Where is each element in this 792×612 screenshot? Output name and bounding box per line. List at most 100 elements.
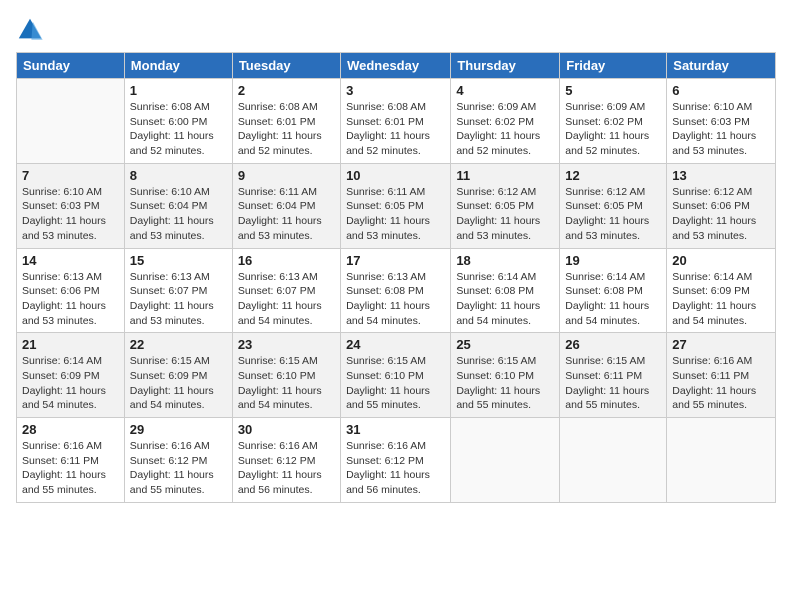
day-number: 5 [565,83,661,98]
day-number: 18 [456,253,554,268]
day-cell: 10 Sunrise: 6:11 AM Sunset: 6:05 PM Dayli… [341,163,451,248]
day-cell: 13 Sunrise: 6:12 AM Sunset: 6:06 PM Dayli… [667,163,776,248]
day-cell: 12 Sunrise: 6:12 AM Sunset: 6:05 PM Dayli… [560,163,667,248]
day-cell: 23Sunrise: 6:15 AM Sunset: 6:10 PM Dayli… [232,333,340,418]
day-number: 15 [130,253,227,268]
day-cell: 16Sunrise: 6:13 AM Sunset: 6:07 PM Dayli… [232,248,340,333]
day-number: 12 [565,168,661,183]
day-number: 13 [672,168,770,183]
day-number: 21 [22,337,119,352]
week-row-2: 7 Sunrise: 6:10 AM Sunset: 6:03 PM Daylig… [17,163,776,248]
day-cell: 19Sunrise: 6:14 AM Sunset: 6:08 PM Dayli… [560,248,667,333]
day-number: 14 [22,253,119,268]
day-cell: 18 Sunrise: 6:14 AM Sunset: 6:08 PM Dayli… [451,248,560,333]
day-number: 22 [130,337,227,352]
day-cell: 7 Sunrise: 6:10 AM Sunset: 6:03 PM Daylig… [17,163,125,248]
day-info: Sunrise: 6:14 AM Sunset: 6:08 PM Dayligh… [456,270,554,329]
day-cell: 24 Sunrise: 6:15 AM Sunset: 6:10 PM Dayli… [341,333,451,418]
day-info: Sunrise: 6:09 AM Sunset: 6:02 PM Dayligh… [565,100,661,159]
day-info: Sunrise: 6:09 AM Sunset: 6:02 PM Dayligh… [456,100,554,159]
day-cell [17,79,125,164]
day-number: 31 [346,422,445,437]
day-cell: 20 Sunrise: 6:14 AM Sunset: 6:09 PM Dayli… [667,248,776,333]
day-cell: 31 Sunrise: 6:16 AM Sunset: 6:12 PM Dayli… [341,418,451,503]
day-info: Sunrise: 6:12 AM Sunset: 6:05 PM Dayligh… [565,185,661,244]
day-info: Sunrise: 6:16 AM Sunset: 6:11 PM Dayligh… [672,354,770,413]
calendar-header: SundayMondayTuesdayWednesdayThursdayFrid… [17,53,776,79]
day-number: 10 [346,168,445,183]
day-cell: 4 Sunrise: 6:09 AM Sunset: 6:02 PM Daylig… [451,79,560,164]
day-info: Sunrise: 6:15 AM Sunset: 6:10 PM Dayligh… [456,354,554,413]
day-info: Sunrise: 6:11 AM Sunset: 6:05 PM Dayligh… [346,185,445,244]
day-cell: 6Sunrise: 6:10 AM Sunset: 6:03 PM Daylig… [667,79,776,164]
day-info: Sunrise: 6:14 AM Sunset: 6:09 PM Dayligh… [672,270,770,329]
day-number: 7 [22,168,119,183]
day-cell: 26 Sunrise: 6:15 AM Sunset: 6:11 PM Dayli… [560,333,667,418]
day-number: 30 [238,422,335,437]
day-info: Sunrise: 6:10 AM Sunset: 6:03 PM Dayligh… [22,185,119,244]
day-info: Sunrise: 6:12 AM Sunset: 6:05 PM Dayligh… [456,185,554,244]
day-cell: 15 Sunrise: 6:13 AM Sunset: 6:07 PM Dayli… [124,248,232,333]
week-row-5: 28 Sunrise: 6:16 AM Sunset: 6:11 PM Dayli… [17,418,776,503]
day-cell: 30 Sunrise: 6:16 AM Sunset: 6:12 PM Dayli… [232,418,340,503]
day-info: Sunrise: 6:13 AM Sunset: 6:08 PM Dayligh… [346,270,445,329]
day-number: 20 [672,253,770,268]
day-info: Sunrise: 6:15 AM Sunset: 6:11 PM Dayligh… [565,354,661,413]
day-number: 28 [22,422,119,437]
day-number: 29 [130,422,227,437]
day-info: Sunrise: 6:13 AM Sunset: 6:07 PM Dayligh… [130,270,227,329]
day-cell: 17 Sunrise: 6:13 AM Sunset: 6:08 PM Dayli… [341,248,451,333]
day-number: 26 [565,337,661,352]
day-cell: 27Sunrise: 6:16 AM Sunset: 6:11 PM Dayli… [667,333,776,418]
day-cell: 2 Sunrise: 6:08 AM Sunset: 6:01 PM Daylig… [232,79,340,164]
day-cell: 21 Sunrise: 6:14 AM Sunset: 6:09 PM Dayli… [17,333,125,418]
day-number: 25 [456,337,554,352]
day-number: 8 [130,168,227,183]
day-cell: 8 Sunrise: 6:10 AM Sunset: 6:04 PM Daylig… [124,163,232,248]
day-number: 24 [346,337,445,352]
day-number: 16 [238,253,335,268]
col-header-friday: Friday [560,53,667,79]
day-cell: 28 Sunrise: 6:16 AM Sunset: 6:11 PM Dayli… [17,418,125,503]
logo [16,16,48,44]
day-cell [560,418,667,503]
day-info: Sunrise: 6:16 AM Sunset: 6:12 PM Dayligh… [238,439,335,498]
day-cell [667,418,776,503]
week-row-4: 21 Sunrise: 6:14 AM Sunset: 6:09 PM Dayli… [17,333,776,418]
col-header-monday: Monday [124,53,232,79]
day-cell: 11Sunrise: 6:12 AM Sunset: 6:05 PM Dayli… [451,163,560,248]
col-header-thursday: Thursday [451,53,560,79]
col-header-wednesday: Wednesday [341,53,451,79]
day-info: Sunrise: 6:16 AM Sunset: 6:12 PM Dayligh… [346,439,445,498]
calendar-table: SundayMondayTuesdayWednesdayThursdayFrid… [16,52,776,503]
logo-icon [16,16,44,44]
day-number: 17 [346,253,445,268]
day-info: Sunrise: 6:15 AM Sunset: 6:09 PM Dayligh… [130,354,227,413]
day-cell: 25 Sunrise: 6:15 AM Sunset: 6:10 PM Dayli… [451,333,560,418]
day-info: Sunrise: 6:12 AM Sunset: 6:06 PM Dayligh… [672,185,770,244]
day-info: Sunrise: 6:13 AM Sunset: 6:06 PM Dayligh… [22,270,119,329]
day-cell: 9Sunrise: 6:11 AM Sunset: 6:04 PM Daylig… [232,163,340,248]
day-cell: 22 Sunrise: 6:15 AM Sunset: 6:09 PM Dayli… [124,333,232,418]
day-info: Sunrise: 6:08 AM Sunset: 6:00 PM Dayligh… [130,100,227,159]
day-cell: 14 Sunrise: 6:13 AM Sunset: 6:06 PM Dayli… [17,248,125,333]
day-info: Sunrise: 6:14 AM Sunset: 6:08 PM Dayligh… [565,270,661,329]
day-info: Sunrise: 6:08 AM Sunset: 6:01 PM Dayligh… [238,100,335,159]
col-header-sunday: Sunday [17,53,125,79]
day-info: Sunrise: 6:10 AM Sunset: 6:04 PM Dayligh… [130,185,227,244]
col-header-saturday: Saturday [667,53,776,79]
day-cell: 29Sunrise: 6:16 AM Sunset: 6:12 PM Dayli… [124,418,232,503]
week-row-3: 14 Sunrise: 6:13 AM Sunset: 6:06 PM Dayli… [17,248,776,333]
day-info: Sunrise: 6:16 AM Sunset: 6:11 PM Dayligh… [22,439,119,498]
day-info: Sunrise: 6:15 AM Sunset: 6:10 PM Dayligh… [346,354,445,413]
col-header-tuesday: Tuesday [232,53,340,79]
day-info: Sunrise: 6:08 AM Sunset: 6:01 PM Dayligh… [346,100,445,159]
day-info: Sunrise: 6:15 AM Sunset: 6:10 PM Dayligh… [238,354,335,413]
day-number: 1 [130,83,227,98]
day-info: Sunrise: 6:14 AM Sunset: 6:09 PM Dayligh… [22,354,119,413]
day-number: 3 [346,83,445,98]
day-cell [451,418,560,503]
week-row-1: 1 Sunrise: 6:08 AM Sunset: 6:00 PM Daylig… [17,79,776,164]
day-number: 2 [238,83,335,98]
day-number: 4 [456,83,554,98]
